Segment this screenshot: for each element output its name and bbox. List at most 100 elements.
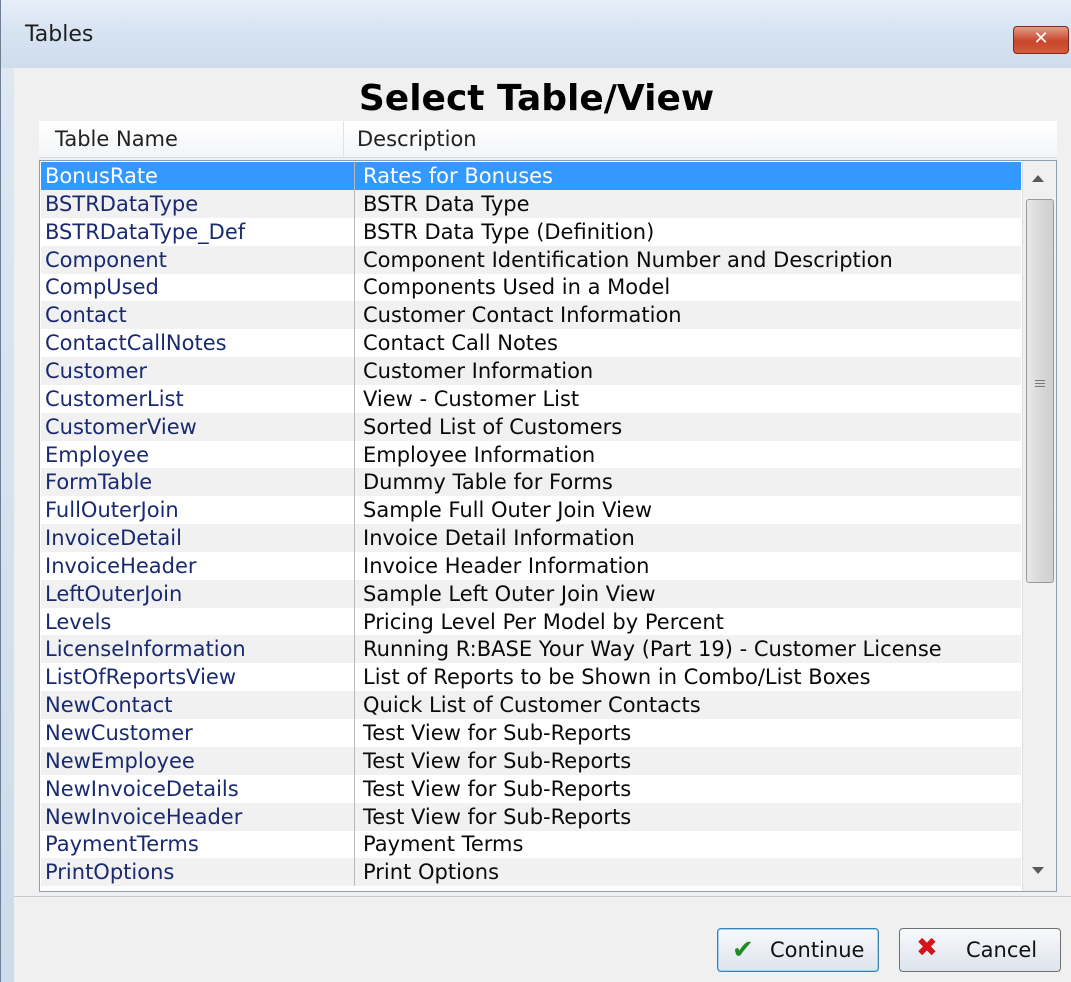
table-row[interactable]: InvoiceDetail Invoice Detail Information: [41, 524, 1021, 553]
table-name-cell: Component: [45, 247, 167, 272]
table-name-cell: NewCustomer: [45, 721, 193, 745]
table-name-cell: CustomerList: [45, 386, 184, 411]
description-cell: BSTR Data Type (Definition): [354, 217, 1028, 246]
table-name-cell: CompUsed: [45, 275, 159, 300]
table-name-cell: BSTRDataType_Def: [45, 219, 246, 244]
table-row[interactable]: ContactCallNotes Contact Call Notes: [41, 329, 1021, 358]
table-name-cell: ListOfReportsView: [45, 665, 237, 690]
description-cell: Pricing Level Per Model by Percent: [354, 607, 1028, 636]
table-row[interactable]: NewInvoiceHeader Test View for Sub-Report…: [41, 802, 1021, 831]
description-cell: List of Reports to be Shown in Combo/Lis…: [354, 663, 1028, 692]
description-cell: Customer Contact Information: [354, 301, 1028, 330]
cancel-button-label: Cancel: [966, 938, 1038, 962]
table-row[interactable]: CustomerView Sorted List of Customers: [41, 412, 1021, 441]
table-name-cell: BonusRate: [45, 164, 158, 188]
description-cell: Test View for Sub-Reports: [354, 746, 1028, 775]
table-row[interactable]: Employee Employee Information: [41, 440, 1021, 469]
table-row[interactable]: CustomerList View - Customer List: [41, 384, 1021, 413]
description-cell: View - Customer List: [354, 384, 1028, 413]
description-cell: Running R:BASE Your Way (Part 19) - Cust…: [354, 635, 1028, 664]
tables-grid[interactable]: BonusRate Rates for Bonuses BSTRDataType BS…: [39, 160, 1057, 892]
table-name-cell: NewEmployee: [45, 748, 195, 773]
table-row[interactable]: LicenseInformation Running R:BASE Your Wa…: [41, 635, 1021, 664]
checkmark-icon: ✔: [732, 935, 754, 965]
table-row[interactable]: BonusRate Rates for Bonuses: [41, 162, 1021, 190]
description-cell: Sample Full Outer Join View: [354, 496, 1028, 525]
scroll-up-arrow-icon[interactable]: [1032, 175, 1044, 182]
table-row[interactable]: Customer Customer Information: [41, 356, 1021, 385]
table-row[interactable]: PrintOptions Print Options: [41, 858, 1021, 887]
table-name-cell: NewInvoiceDetails: [45, 776, 239, 801]
table-name-cell: InvoiceHeader: [45, 553, 197, 578]
column-header-table-name[interactable]: Table Name: [55, 127, 178, 151]
continue-button[interactable]: ✔ Continue: [717, 928, 879, 972]
table-name-cell: InvoiceDetail: [45, 526, 182, 551]
table-row[interactable]: InvoiceHeader Invoice Header Information: [41, 551, 1021, 580]
scrollbar-thumb[interactable]: [1026, 199, 1054, 583]
table-row[interactable]: Component Component Identification Number…: [41, 245, 1021, 274]
table-name-cell: ContactCallNotes: [45, 331, 227, 356]
table-row[interactable]: PaymentTerms Payment Terms: [41, 830, 1021, 859]
description-cell: Sorted List of Customers: [354, 412, 1028, 441]
description-cell: Components Used in a Model: [354, 273, 1028, 302]
title-bar[interactable]: Tables ✕: [1, 0, 1071, 68]
table-row[interactable]: Contact Customer Contact Information: [41, 301, 1021, 330]
thumb-grip-icon: [1035, 380, 1045, 389]
table-name-cell: PrintOptions: [45, 860, 175, 885]
description-cell: Invoice Detail Information: [354, 524, 1028, 553]
close-icon: ✕: [1033, 28, 1049, 49]
description-cell: Component Identification Number and Desc…: [354, 245, 1028, 274]
grid-header: Table Name Description: [39, 121, 1057, 158]
description-cell: BSTR Data Type: [354, 189, 1028, 218]
table-row[interactable]: BSTRDataType BSTR Data Type: [41, 189, 1021, 218]
table-row[interactable]: NewInvoiceDetails Test View for Sub-Repor…: [41, 774, 1021, 803]
description-cell: Dummy Table for Forms: [354, 468, 1028, 497]
column-header-divider[interactable]: [343, 121, 344, 157]
table-name-cell: FullOuterJoin: [45, 498, 179, 523]
table-name-cell: Levels: [45, 609, 112, 634]
vertical-scrollbar[interactable]: [1022, 161, 1056, 891]
table-row[interactable]: FormTable Dummy Table for Forms: [41, 468, 1021, 497]
description-cell: Contact Call Notes: [354, 329, 1028, 358]
table-name-cell: Contact: [45, 303, 127, 328]
table-name-cell: NewInvoiceHeader: [45, 804, 243, 829]
close-button[interactable]: ✕: [1013, 26, 1069, 54]
table-row[interactable]: NewContact Quick List of Customer Contact…: [41, 691, 1021, 720]
table-row[interactable]: FullOuterJoin Sample Full Outer Join View: [41, 496, 1021, 525]
table-row[interactable]: Levels Pricing Level Per Model by Percent: [41, 607, 1021, 636]
description-cell: Employee Information: [354, 440, 1028, 469]
description-cell: Test View for Sub-Reports: [354, 774, 1028, 803]
scroll-down-arrow-icon[interactable]: [1032, 867, 1044, 874]
button-area-divider: [14, 896, 1071, 897]
continue-button-label: Continue: [770, 938, 865, 962]
dialog-heading: Select Table/View: [358, 78, 715, 119]
table-name-cell: LicenseInformation: [45, 637, 246, 662]
window-title: Tables: [25, 22, 94, 47]
description-cell: Invoice Header Information: [354, 551, 1028, 580]
table-row[interactable]: NewCustomer Test View for Sub-Reports: [41, 719, 1021, 747]
description-cell: Test View for Sub-Reports: [354, 802, 1028, 831]
description-cell: Sample Left Outer Join View: [354, 579, 1028, 608]
column-header-description[interactable]: Description: [357, 127, 477, 151]
table-name-cell: LeftOuterJoin: [45, 581, 183, 606]
description-cell: Rates for Bonuses: [354, 162, 1028, 190]
description-cell: Print Options: [354, 858, 1028, 887]
table-row[interactable]: CompUsed Components Used in a Model: [41, 273, 1021, 302]
table-row[interactable]: BSTRDataType_Def BSTR Data Type (Definiti…: [41, 217, 1021, 246]
table-name-cell: Employee: [45, 442, 150, 467]
description-cell: Customer Information: [354, 356, 1028, 385]
table-name-cell: Customer: [45, 358, 148, 383]
table-row[interactable]: ListOfReportsView List of Reports to be S…: [41, 663, 1021, 692]
table-name-cell: PaymentTerms: [45, 832, 199, 857]
table-name-cell: CustomerView: [45, 414, 197, 439]
description-cell: Quick List of Customer Contacts: [354, 691, 1028, 720]
description-cell: Payment Terms: [354, 830, 1028, 859]
table-name-cell: BSTRDataType: [45, 191, 199, 216]
x-icon: ✖: [916, 933, 938, 963]
table-row[interactable]: NewEmployee Test View for Sub-Reports: [41, 746, 1021, 775]
description-cell: Test View for Sub-Reports: [354, 719, 1028, 747]
cancel-button[interactable]: ✖ Cancel: [899, 928, 1061, 972]
table-name-cell: FormTable: [45, 470, 153, 495]
table-row[interactable]: LeftOuterJoin Sample Left Outer Join View: [41, 579, 1021, 608]
tables-dialog-window: Tables ✕ Select Table/View Table Name De…: [0, 0, 1071, 982]
